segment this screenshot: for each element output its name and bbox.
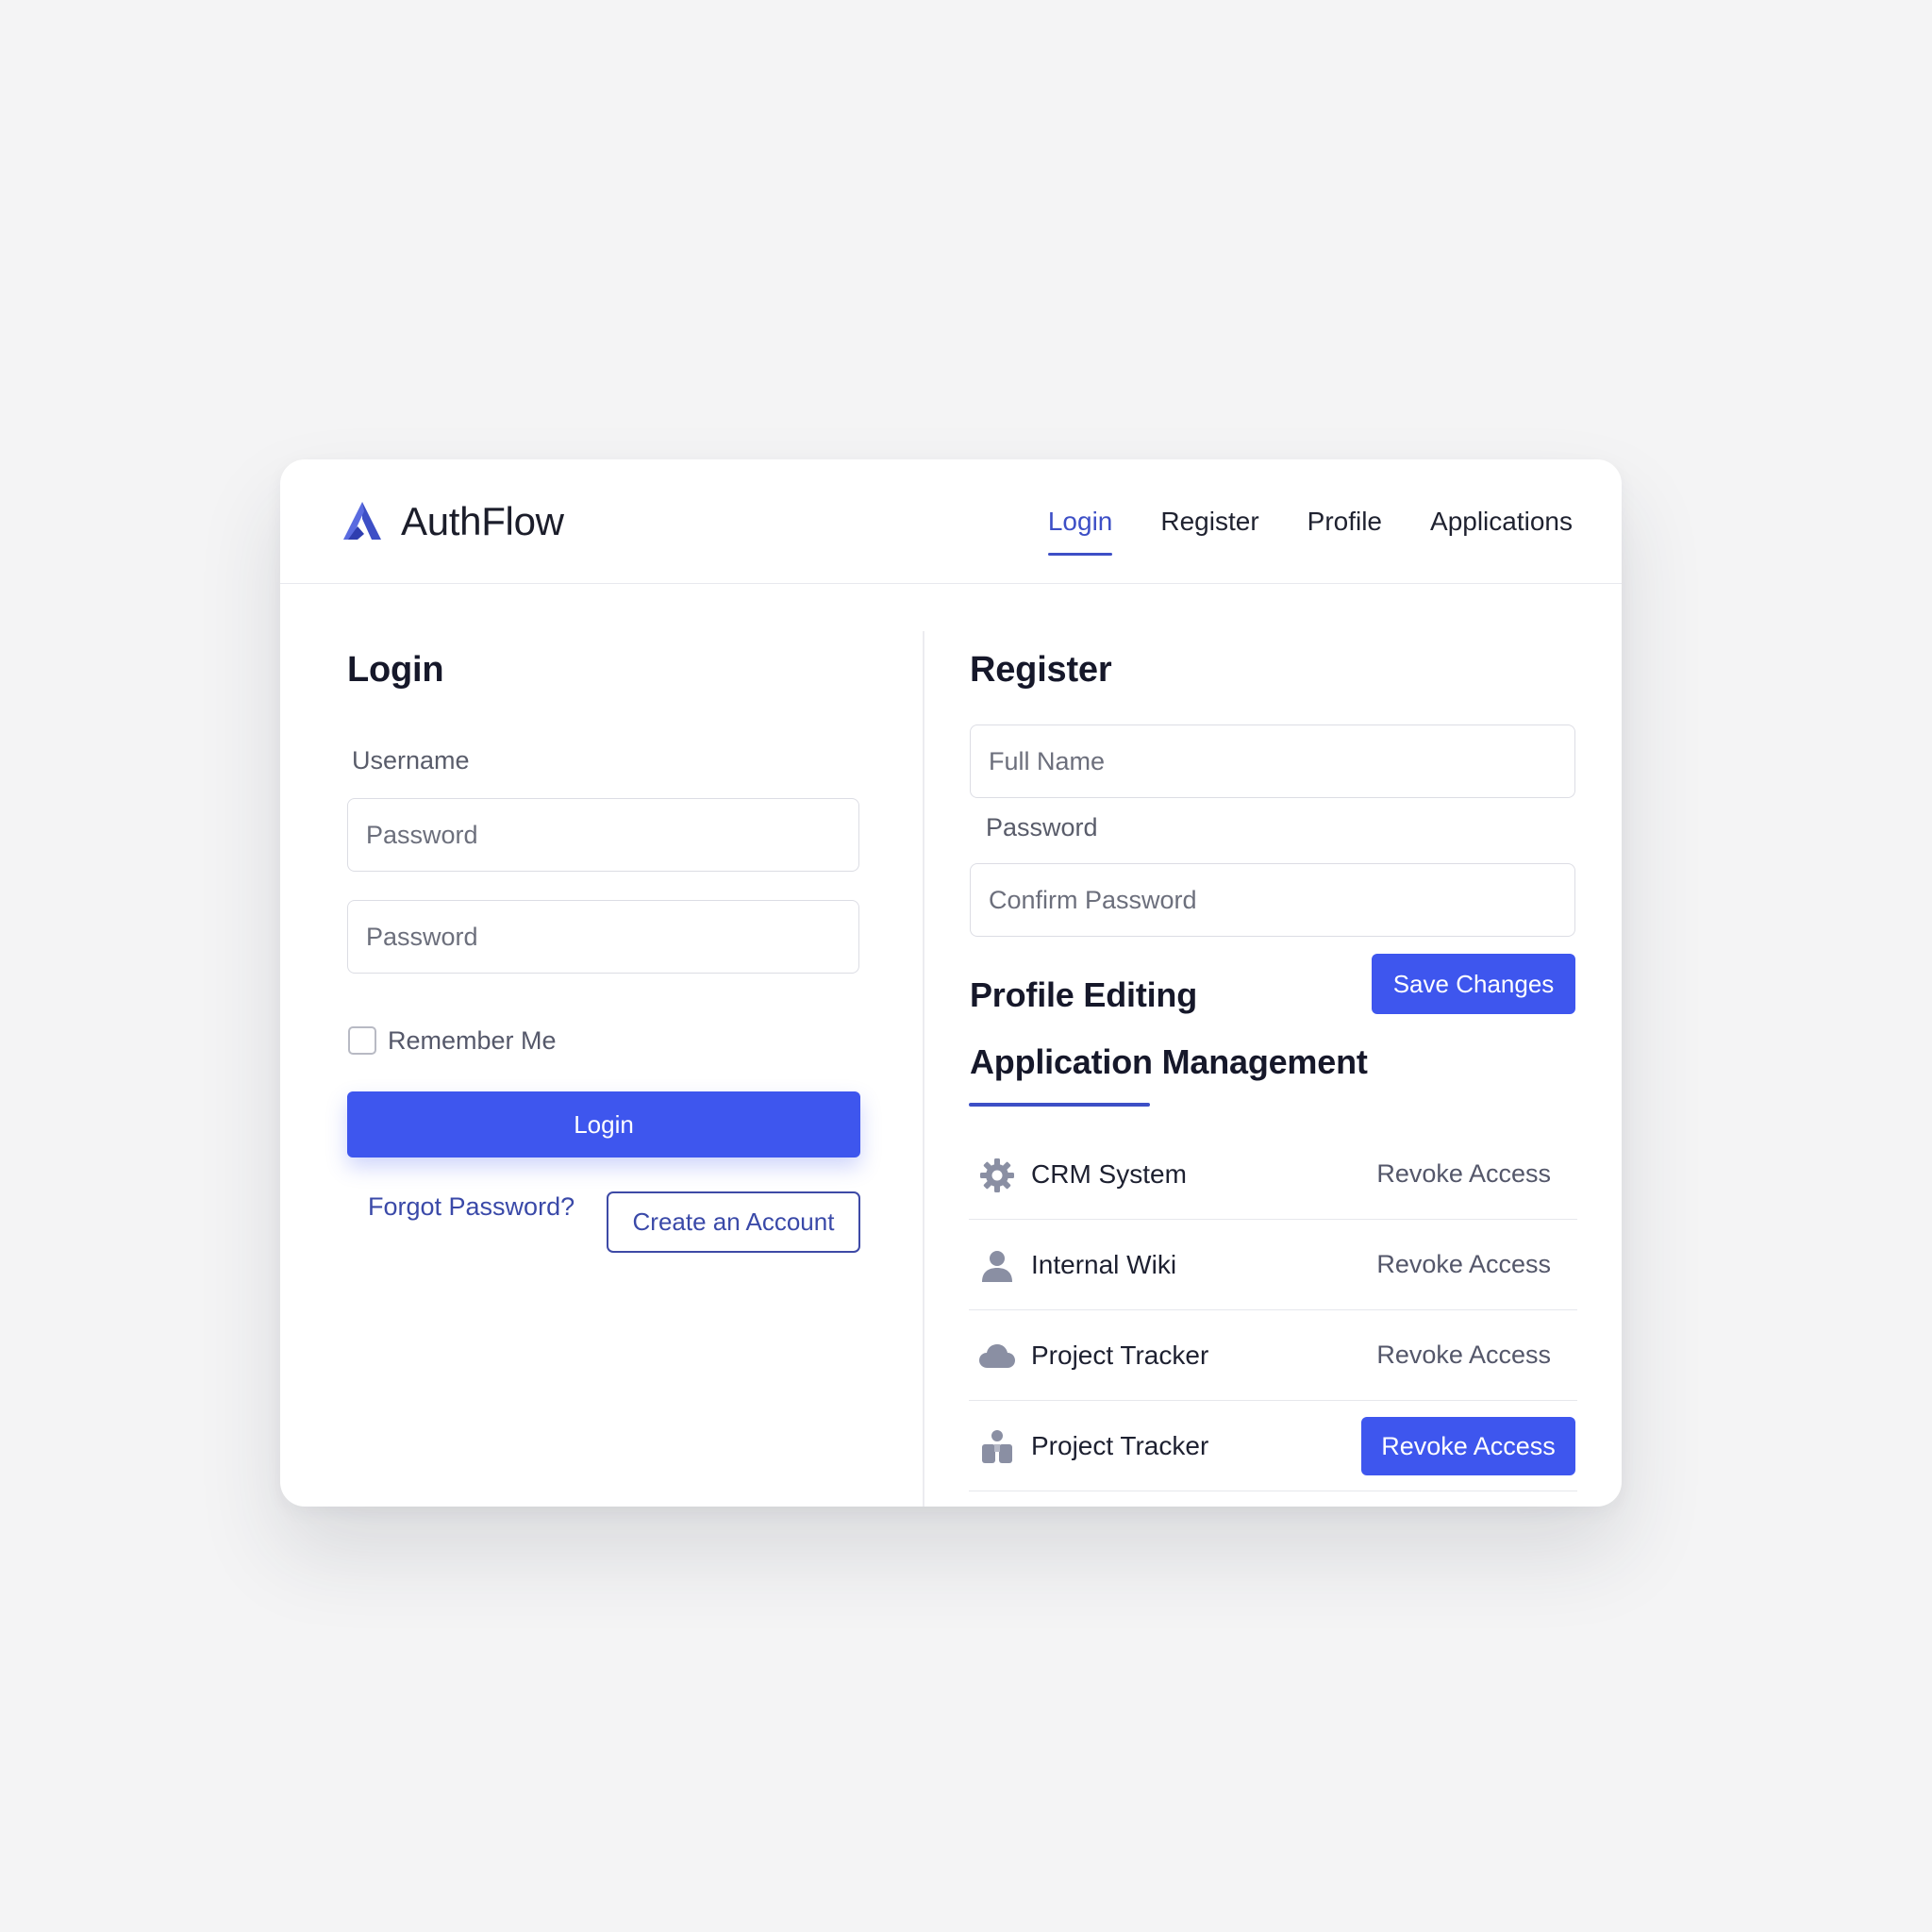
save-changes-button[interactable]: Save Changes: [1372, 954, 1575, 1014]
section-underline: [969, 1103, 1150, 1107]
forgot-password-link[interactable]: Forgot Password?: [368, 1176, 575, 1237]
auth-card: AuthFlow Login Register Profile Applicat…: [280, 459, 1622, 1507]
tab-register[interactable]: Register: [1160, 459, 1258, 584]
register-password-label: Password: [986, 813, 1098, 841]
gear-icon: [980, 1158, 1014, 1192]
remember-me-label: Remember Me: [388, 1025, 557, 1055]
app-header: AuthFlow Login Register Profile Applicat…: [280, 459, 1622, 584]
confirm-password-input[interactable]: [970, 863, 1575, 937]
app-name-project-tracker: Project Tracker: [1031, 1430, 1209, 1460]
app-name-wiki: Internal Wiki: [1031, 1249, 1177, 1279]
login-button[interactable]: Login: [347, 1091, 860, 1158]
column-divider: [923, 631, 924, 1507]
user-icon: [982, 1251, 1012, 1282]
cloud-icon: [979, 1344, 1015, 1368]
app-name: AuthFlow: [401, 499, 564, 543]
main-nav: Login Register Profile Applications: [1047, 459, 1573, 584]
list-item: Project Tracker Revoke Access: [969, 1401, 1577, 1491]
password-input[interactable]: [347, 900, 859, 974]
tab-profile[interactable]: Profile: [1307, 459, 1382, 584]
authflow-logo-icon: [343, 502, 381, 540]
username-label: Username: [352, 746, 470, 774]
tab-login[interactable]: Login: [1047, 459, 1112, 584]
register-title: Register: [970, 650, 1112, 690]
revoke-access-link[interactable]: Revoke Access: [1376, 1250, 1551, 1279]
application-management-title: Application Management: [970, 1042, 1368, 1081]
create-account-button[interactable]: Create an Account: [607, 1191, 860, 1253]
app-name-crm: CRM System: [1031, 1158, 1187, 1189]
team-icon: [982, 1430, 1012, 1463]
full-name-input[interactable]: [970, 724, 1575, 798]
tab-applications[interactable]: Applications: [1430, 459, 1573, 584]
revoke-access-button[interactable]: Revoke Access: [1361, 1417, 1575, 1475]
login-title: Login: [347, 650, 444, 690]
revoke-access-link[interactable]: Revoke Access: [1376, 1159, 1551, 1189]
username-input[interactable]: [347, 798, 859, 872]
remember-me[interactable]: Remember Me: [348, 1025, 557, 1056]
list-item: Internal Wiki Revoke Access: [969, 1220, 1577, 1310]
application-list: CRM System Revoke Access Internal Wiki R…: [969, 1129, 1577, 1491]
remember-me-checkbox[interactable]: [348, 1026, 376, 1055]
revoke-access-link[interactable]: Revoke Access: [1376, 1341, 1551, 1370]
list-item: Project Tracker Revoke Access: [969, 1310, 1577, 1401]
brand[interactable]: AuthFlow: [339, 497, 564, 546]
profile-editing-title: Profile Editing: [970, 975, 1198, 1014]
app-name-project-tracker: Project Tracker: [1031, 1340, 1209, 1370]
list-item: CRM System Revoke Access: [969, 1129, 1577, 1220]
